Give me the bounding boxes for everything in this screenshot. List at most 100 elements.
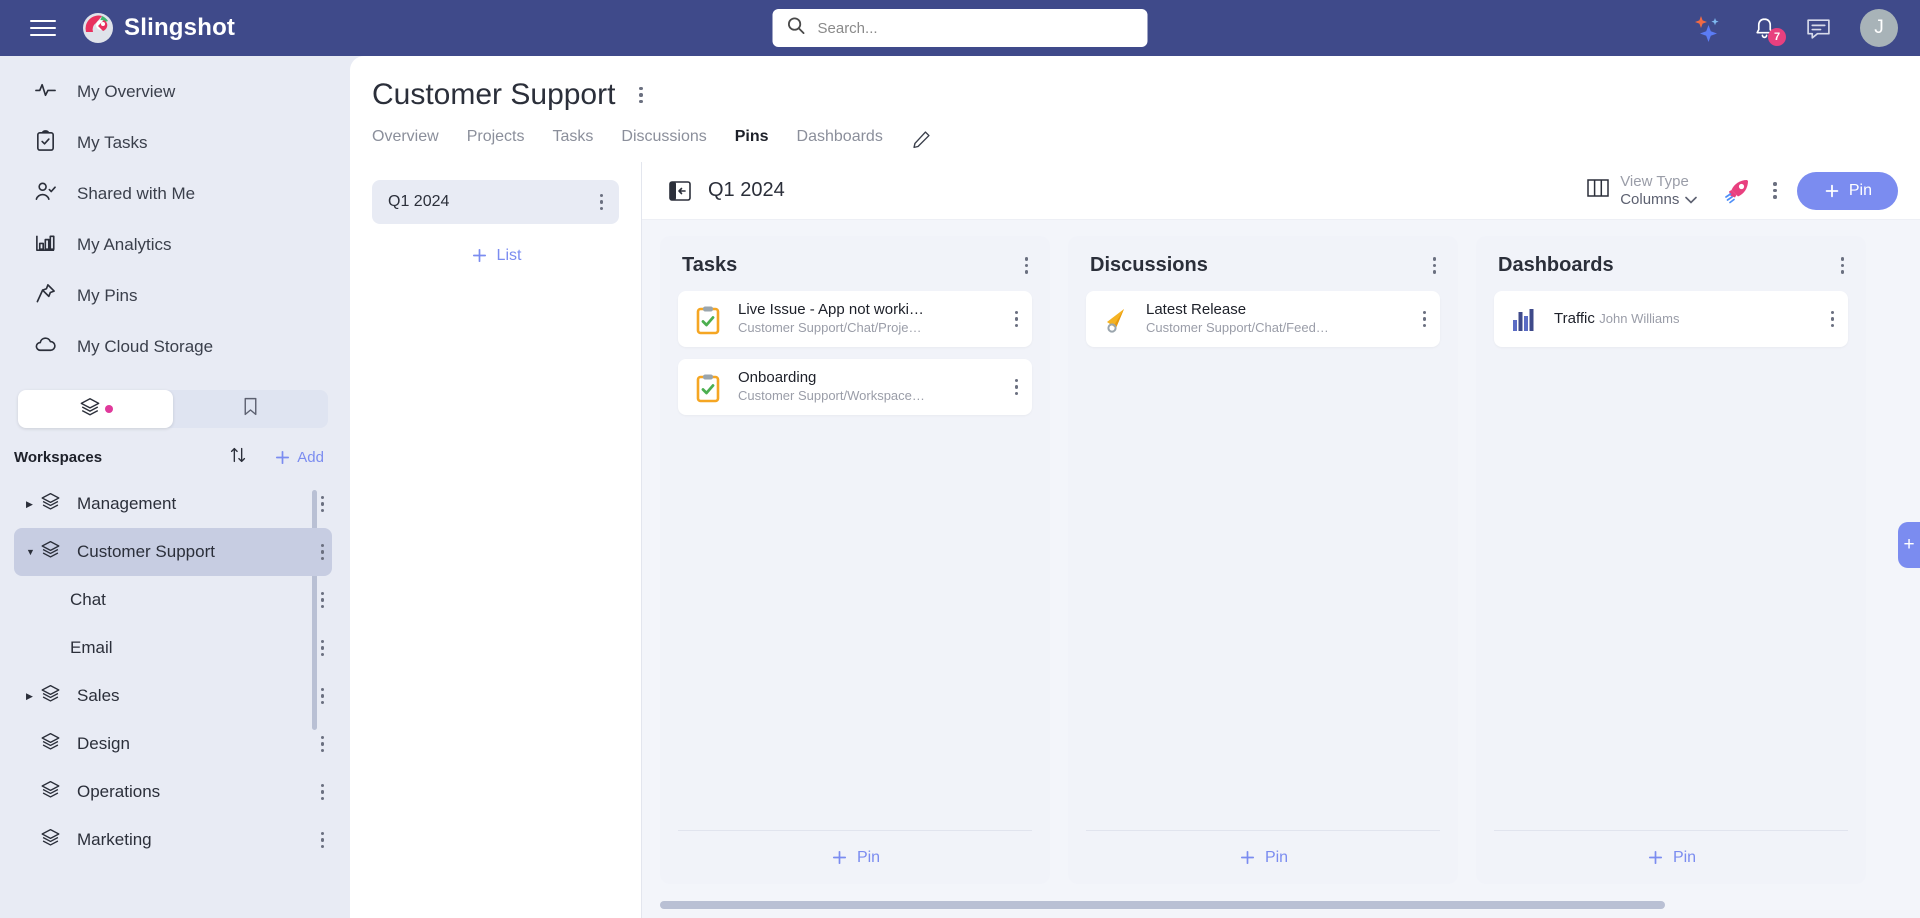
- workspace-item-chat[interactable]: Chat: [14, 576, 332, 624]
- board-column-discussions: Discussions: [1068, 236, 1458, 884]
- workspace-item-email[interactable]: Email: [14, 624, 332, 672]
- collapse-panel-left-icon[interactable]: [668, 179, 692, 203]
- pencil-edit-icon[interactable]: [911, 129, 932, 150]
- kebab-menu-icon[interactable]: [1007, 379, 1027, 396]
- sidebar-item-my-pins[interactable]: My Pins: [0, 270, 350, 321]
- toggle-workspaces[interactable]: [18, 390, 173, 428]
- kebab-menu-icon[interactable]: [313, 640, 333, 657]
- column-add-pin-button[interactable]: Pin: [678, 830, 1032, 884]
- kebab-menu-icon[interactable]: [313, 688, 333, 705]
- view-type-selector[interactable]: View Type Columns: [1586, 173, 1697, 208]
- notification-count-badge: 7: [1768, 28, 1786, 46]
- sidebar-item-label: My Tasks: [77, 133, 148, 153]
- tab-dashboards[interactable]: Dashboards: [797, 128, 883, 150]
- clipboard-check-orange-icon: [692, 303, 726, 335]
- list-panel: Q1 2024 List: [350, 162, 642, 918]
- workspace-item-marketing[interactable]: Marketing: [14, 816, 332, 864]
- kebab-menu-icon[interactable]: [313, 544, 333, 561]
- card-title: Latest Release: [1146, 301, 1246, 318]
- rocket-icon[interactable]: [1723, 177, 1751, 205]
- sidebar-nav: My Overview My Tasks: [0, 66, 350, 372]
- column-add-pin-button[interactable]: Pin: [1494, 830, 1848, 884]
- tab-pins[interactable]: Pins: [735, 128, 769, 150]
- bar-chart-blue-icon: [1508, 303, 1542, 335]
- kebab-menu-icon[interactable]: [1425, 257, 1445, 274]
- workspace-item-management[interactable]: ▶ Management: [14, 480, 332, 528]
- workspace-item-operations[interactable]: Operations: [14, 768, 332, 816]
- kebab-menu-icon[interactable]: [1007, 311, 1027, 328]
- expand-caret-icon[interactable]: ▶: [26, 691, 38, 702]
- chat-bubble-icon[interactable]: [1805, 16, 1832, 41]
- layers-stack-icon: [40, 683, 61, 709]
- board-horizontal-scrollbar[interactable]: [642, 898, 1920, 918]
- page-tabs: Overview Projects Tasks Discussions Pins…: [372, 128, 1920, 150]
- pin-card[interactable]: Traffic John Williams: [1494, 291, 1848, 347]
- plus-icon: [1238, 848, 1257, 867]
- kebab-menu-icon[interactable]: [1823, 311, 1843, 328]
- kebab-menu-icon[interactable]: [1833, 257, 1853, 274]
- avatar[interactable]: J: [1860, 9, 1898, 47]
- kebab-menu-icon[interactable]: [313, 736, 333, 753]
- notifications-bell-icon[interactable]: 7: [1752, 16, 1777, 41]
- column-add-pin-button[interactable]: Pin: [1086, 830, 1440, 884]
- toggle-bookmarks[interactable]: [173, 390, 328, 428]
- bar-chart-icon: [34, 231, 57, 259]
- kebab-menu-icon[interactable]: [1415, 311, 1435, 328]
- sparkle-ai-icon[interactable]: [1694, 14, 1724, 42]
- pin-card[interactable]: Live Issue - App not worki… Customer Sup…: [678, 291, 1032, 347]
- layers-stack-icon: [40, 731, 61, 757]
- workspace-item-customer-support[interactable]: ▼ Customer Support: [14, 528, 332, 576]
- page-title-row: Customer Support: [372, 78, 1920, 112]
- workspace-item-sales[interactable]: ▶ Sales: [14, 672, 332, 720]
- sidebar-item-label: My Analytics: [77, 235, 171, 255]
- search-box[interactable]: [773, 9, 1148, 47]
- app-logo-link[interactable]: Slingshot: [82, 12, 235, 44]
- plus-icon: [830, 848, 849, 867]
- add-list-button[interactable]: List: [372, 246, 619, 265]
- list-item-label: Q1 2024: [388, 193, 592, 211]
- layers-stack-icon: [40, 827, 61, 853]
- card-text: Live Issue - App not worki… Customer Sup…: [738, 301, 1007, 337]
- card-title: Traffic: [1554, 310, 1595, 327]
- expand-caret-icon[interactable]: ▶: [26, 499, 38, 510]
- search-input[interactable]: [818, 20, 1134, 37]
- kebab-menu-icon[interactable]: [592, 194, 612, 211]
- view-type-value: Columns: [1620, 191, 1679, 208]
- board-column-dashboards: Dashboards: [1476, 236, 1866, 884]
- kebab-menu-icon[interactable]: [313, 496, 333, 513]
- sidebar-item-my-tasks[interactable]: My Tasks: [0, 117, 350, 168]
- pin-card[interactable]: Latest Release Customer Support/Chat/Fee…: [1086, 291, 1440, 347]
- add-list-label: List: [497, 247, 522, 265]
- kebab-menu-icon[interactable]: [1773, 182, 1777, 199]
- plus-icon: +: [1903, 534, 1914, 556]
- workspace-item-design[interactable]: Design: [14, 720, 332, 768]
- kebab-menu-icon[interactable]: [1017, 257, 1037, 274]
- pin-card[interactable]: Onboarding Customer Support/Workspace…: [678, 359, 1032, 415]
- collapse-caret-icon[interactable]: ▼: [26, 547, 38, 557]
- kebab-menu-icon[interactable]: [313, 832, 333, 849]
- pin-icon: [34, 282, 57, 310]
- work-area: Q1 2024 List: [350, 150, 1920, 918]
- hamburger-menu-icon[interactable]: [30, 15, 56, 41]
- add-workspace-button[interactable]: Add: [273, 448, 324, 467]
- sidebar-item-my-analytics[interactable]: My Analytics: [0, 219, 350, 270]
- kebab-menu-icon[interactable]: [313, 784, 333, 801]
- kebab-menu-icon[interactable]: [313, 592, 333, 609]
- scrollbar-thumb[interactable]: [660, 901, 1665, 909]
- sort-arrows-icon[interactable]: [227, 444, 249, 471]
- sidebar-item-my-overview[interactable]: My Overview: [0, 66, 350, 117]
- list-item-q1-2024[interactable]: Q1 2024: [372, 180, 619, 224]
- tab-overview[interactable]: Overview: [372, 128, 439, 150]
- column-header: Tasks: [660, 236, 1050, 291]
- edge-add-button[interactable]: +: [1898, 522, 1920, 568]
- kebab-menu-icon[interactable]: [631, 87, 651, 104]
- tab-projects[interactable]: Projects: [467, 128, 525, 150]
- column-cards: Traffic John Williams: [1476, 291, 1866, 830]
- sidebar-item-shared-with-me[interactable]: Shared with Me: [0, 168, 350, 219]
- columns-layout-icon: [1586, 177, 1610, 204]
- sidebar-item-my-cloud-storage[interactable]: My Cloud Storage: [0, 321, 350, 372]
- tab-discussions[interactable]: Discussions: [621, 128, 706, 150]
- add-pin-button[interactable]: Pin: [1797, 172, 1898, 210]
- layers-stack-icon: [40, 539, 61, 565]
- tab-tasks[interactable]: Tasks: [552, 128, 593, 150]
